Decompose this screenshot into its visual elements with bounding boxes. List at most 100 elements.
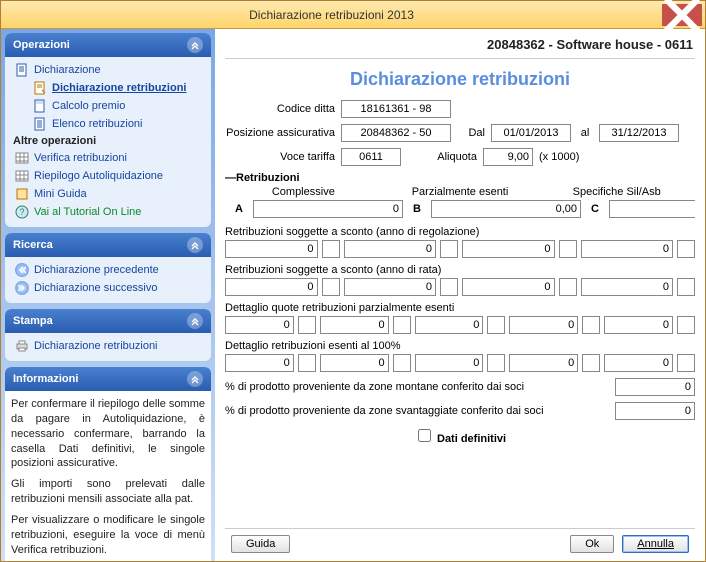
label-a: A xyxy=(235,203,247,215)
input-cell[interactable] xyxy=(344,278,437,296)
input-cell-small[interactable] xyxy=(440,240,458,258)
input-cell-small[interactable] xyxy=(559,240,577,258)
label-parz-esenti: Parzialmente esenti xyxy=(382,186,539,198)
account-line: 20848362 - Software house - 0611 xyxy=(225,35,695,59)
main-area: 20848362 - Software house - 0611 Dichiar… xyxy=(215,29,705,561)
nav-calcolo-premio[interactable]: Calcolo premio xyxy=(11,97,205,115)
nav-label: Dichiarazione precedente xyxy=(34,264,159,276)
panel-header-stampa[interactable]: Stampa xyxy=(5,309,211,333)
panel-header-ricerca[interactable]: Ricerca xyxy=(5,233,211,257)
input-cell-small[interactable] xyxy=(582,316,600,334)
row-dett-parz xyxy=(225,316,695,334)
input-cell-small[interactable] xyxy=(322,240,340,258)
nav-dichiarazione[interactable]: Dichiarazione xyxy=(11,61,205,79)
input-cell-small[interactable] xyxy=(298,316,316,334)
altre-operazioni-title: Altre operazioni xyxy=(11,133,205,149)
abc-header: Complessive Parzialmente esenti Specific… xyxy=(225,186,695,198)
nav-riepilogo-autoliquidazione[interactable]: Riepilogo Autoliquidazione xyxy=(11,167,205,185)
info-text: Per confermare il riepilogo delle somme … xyxy=(5,391,211,561)
input-cell-small[interactable] xyxy=(677,316,695,334)
input-cell[interactable] xyxy=(344,240,437,258)
panel-informazioni: Informazioni Per confermare il riepilogo… xyxy=(5,367,211,561)
chevron-up-icon xyxy=(187,237,203,253)
nav-dichiarazione-retribuzioni[interactable]: Dichiarazione retribuzioni xyxy=(11,79,205,97)
nav-label: Elenco retribuzioni xyxy=(52,118,143,130)
panel-header-operazioni[interactable]: Operazioni xyxy=(5,33,211,57)
label-dati-definitivi: Dati definitivi xyxy=(437,433,506,445)
input-al[interactable] xyxy=(599,124,679,142)
input-pct-svant[interactable] xyxy=(615,402,695,420)
page-title: Dichiarazione retribuzioni xyxy=(225,69,695,90)
input-c[interactable] xyxy=(609,200,695,218)
input-cell-small[interactable] xyxy=(677,240,695,258)
input-cell-small[interactable] xyxy=(393,354,411,372)
input-b[interactable] xyxy=(431,200,581,218)
checkbox-dati-definitivi[interactable] xyxy=(418,429,431,442)
input-cell[interactable] xyxy=(462,278,555,296)
legend-retribuzioni: —Retribuzioni xyxy=(225,172,695,184)
input-cell[interactable] xyxy=(581,278,674,296)
input-cell[interactable] xyxy=(462,240,555,258)
input-cell-small[interactable] xyxy=(440,278,458,296)
input-cell[interactable] xyxy=(225,278,318,296)
input-aliquota[interactable] xyxy=(483,148,533,166)
nav-label: Mini Guida xyxy=(34,188,87,200)
nav-dichiarazione-successivo[interactable]: Dichiarazione successivo xyxy=(11,279,205,297)
nav-label: Dichiarazione successivo xyxy=(34,282,158,294)
input-cell[interactable] xyxy=(320,354,389,372)
document-icon xyxy=(15,63,29,77)
ok-button[interactable]: Ok xyxy=(570,535,614,553)
input-cell-small[interactable] xyxy=(582,354,600,372)
guida-button[interactable]: Guida xyxy=(231,535,290,553)
panel-header-informazioni[interactable]: Informazioni xyxy=(5,367,211,391)
input-cell-small[interactable] xyxy=(487,354,505,372)
input-a[interactable] xyxy=(253,200,403,218)
input-cell[interactable] xyxy=(225,316,294,334)
info-paragraph: Per confermare il riepilogo delle somme … xyxy=(11,397,205,471)
annulla-button[interactable]: Annulla xyxy=(622,535,689,553)
label-voce-tariffa: Voce tariffa xyxy=(225,151,335,163)
input-codice-ditta[interactable] xyxy=(341,100,451,118)
input-cell[interactable] xyxy=(320,316,389,334)
input-cell[interactable] xyxy=(509,316,578,334)
nav-dichiarazione-precedente[interactable]: Dichiarazione precedente xyxy=(11,261,205,279)
input-cell-small[interactable] xyxy=(559,278,577,296)
input-cell[interactable] xyxy=(604,354,673,372)
grid-icon xyxy=(15,169,29,183)
input-pct-montane[interactable] xyxy=(615,378,695,396)
label-dett-100: Dettaglio retribuzioni esenti al 100% xyxy=(225,340,695,352)
panel-title: Ricerca xyxy=(13,239,53,251)
nav-verifica-retribuzioni[interactable]: Verifica retribuzioni xyxy=(11,149,205,167)
help-icon: ? xyxy=(15,205,29,219)
input-cell[interactable] xyxy=(415,354,484,372)
calculator-icon xyxy=(33,99,47,113)
input-cell-small[interactable] xyxy=(677,354,695,372)
input-cell[interactable] xyxy=(225,354,294,372)
nav-elenco-retribuzioni[interactable]: Elenco retribuzioni xyxy=(11,115,205,133)
input-cell-small[interactable] xyxy=(677,278,695,296)
close-button[interactable] xyxy=(662,4,702,26)
nav-label: Verifica retribuzioni xyxy=(34,152,127,164)
input-cell[interactable] xyxy=(509,354,578,372)
input-cell[interactable] xyxy=(415,316,484,334)
input-posizione[interactable] xyxy=(341,124,451,142)
info-paragraph: Per visualizzare o modificare le singole… xyxy=(11,513,205,558)
input-cell-small[interactable] xyxy=(322,278,340,296)
nav-stampa-dichiarazione[interactable]: Dichiarazione retribuzioni xyxy=(11,337,205,355)
input-cell[interactable] xyxy=(581,240,674,258)
input-cell-small[interactable] xyxy=(487,316,505,334)
nav-mini-guida[interactable]: Mini Guida xyxy=(11,185,205,203)
label-b: B xyxy=(413,203,425,215)
chevron-up-icon xyxy=(187,371,203,387)
input-cell-small[interactable] xyxy=(298,354,316,372)
input-cell-small[interactable] xyxy=(393,316,411,334)
input-dal[interactable] xyxy=(491,124,571,142)
label-pct-montane: % di prodotto proveniente da zone montan… xyxy=(225,381,607,393)
chevron-up-icon xyxy=(187,313,203,329)
input-cell[interactable] xyxy=(225,240,318,258)
input-voce-tariffa[interactable] xyxy=(341,148,401,166)
sidebar: Operazioni Dichiarazione Dichiarazione r… xyxy=(1,29,215,561)
label-al: al xyxy=(577,127,593,139)
input-cell[interactable] xyxy=(604,316,673,334)
nav-tutorial-online[interactable]: ? Vai al Tutorial On Line xyxy=(11,203,205,221)
